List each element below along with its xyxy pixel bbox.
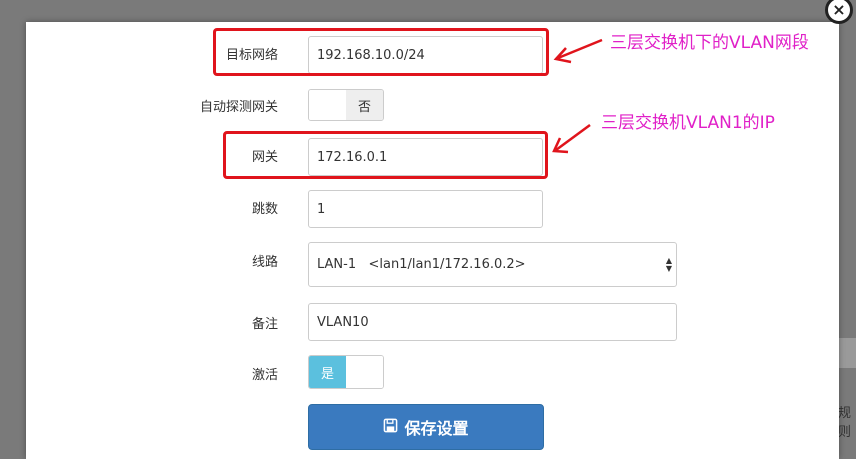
annotation-vlan1-ip: 三层交换机VLAN1的IP <box>601 113 775 133</box>
annotation-vlan-subnet: 三层交换机下的VLAN网段 <box>610 33 809 53</box>
annotation-arrow-2 <box>552 123 591 154</box>
